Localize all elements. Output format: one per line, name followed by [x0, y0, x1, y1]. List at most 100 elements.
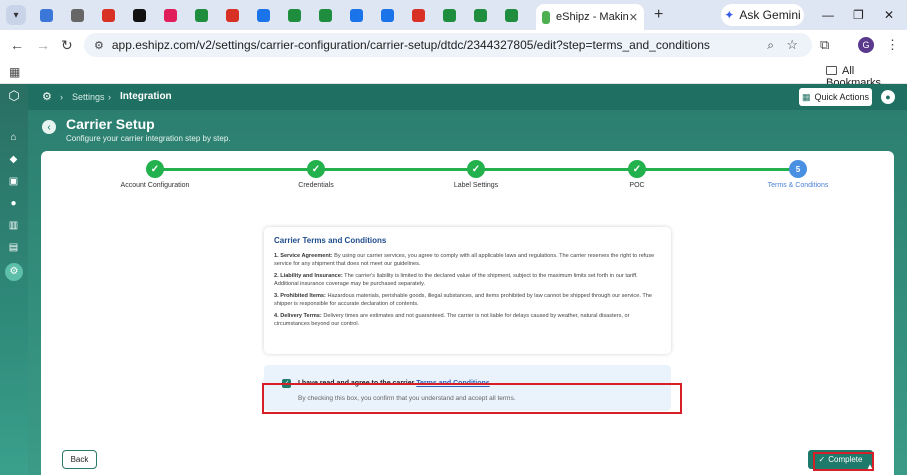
pinned-tab[interactable]: [438, 4, 460, 26]
analytics-icon[interactable]: ▥: [8, 220, 19, 231]
terms-item-title: 2. Liability and Insurance:: [274, 273, 343, 279]
pinned-tab[interactable]: [35, 4, 57, 26]
home-icon[interactable]: ⌂: [8, 132, 19, 143]
sheets-icon: [318, 8, 332, 22]
step-1-marker[interactable]: ✓: [146, 160, 164, 178]
settings-icon[interactable]: ⚙: [5, 263, 23, 281]
browser-menu-icon[interactable]: ⋮: [886, 37, 899, 53]
step-connector: [155, 168, 316, 171]
gemini-icon: ✦: [724, 8, 735, 22]
meet-icon: [39, 8, 53, 22]
active-tab-title: eShipz - Makin: [556, 11, 629, 23]
step-connector: [476, 168, 637, 171]
step-connector: [316, 168, 476, 171]
reload-icon[interactable]: ↻: [61, 37, 73, 54]
cloud-icon: [256, 8, 270, 22]
breadcrumb-chevron-icon: ›: [60, 92, 63, 102]
app-header: ⚙ › Settings › Integration ▦ Quick Actio…: [28, 84, 907, 110]
browser-tab-bar: ▾ eShipz - Makin ✕ + ✦ Ask Gemini — ❐ ✕: [0, 0, 907, 30]
orders-icon[interactable]: ▣: [8, 176, 19, 187]
pinned-tab[interactable]: [283, 4, 305, 26]
window-close-icon[interactable]: ✕: [884, 8, 894, 22]
step-2-marker[interactable]: ✓: [307, 160, 325, 178]
pinned-tab[interactable]: [221, 4, 243, 26]
terms-item: 2. Liability and Insurance: The carrier'…: [274, 272, 661, 288]
sheets-icon: [287, 8, 301, 22]
sheets-icon: [504, 8, 518, 22]
settings-gear-icon[interactable]: ⚙: [42, 90, 52, 103]
address-bar[interactable]: ⚙ app.eshipz.com/v2/settings/carrier-con…: [84, 33, 812, 57]
terms-heading: Carrier Terms and Conditions: [274, 236, 387, 245]
pinned-tab[interactable]: [190, 4, 212, 26]
zoom-icon[interactable]: ⌕: [767, 38, 774, 53]
pinned-tab[interactable]: [376, 4, 398, 26]
terms-item-text: Delivery times are estimates and not gua…: [274, 313, 630, 327]
ask-gemini-button[interactable]: ✦ Ask Gemini: [721, 4, 804, 26]
breadcrumb-chevron-icon: ›: [108, 92, 111, 102]
reports-icon[interactable]: ▤: [8, 242, 19, 253]
pinned-tab[interactable]: [159, 4, 181, 26]
app-sidebar: ⬡ ⌂ ◆ ▣ ● ▥ ▤ ⚙: [0, 84, 28, 475]
tracking-icon[interactable]: ●: [8, 198, 19, 209]
pinned-tab[interactable]: [345, 4, 367, 26]
pinned-tab[interactable]: [97, 4, 119, 26]
eshipz-logo-icon: ⬡: [8, 88, 20, 103]
terms-panel: Carrier Terms and Conditions 1. Service …: [264, 227, 671, 354]
pinned-tab[interactable]: [314, 4, 336, 26]
user-avatar-icon[interactable]: ●: [881, 90, 895, 104]
step-3-marker[interactable]: ✓: [467, 160, 485, 178]
page-back-icon[interactable]: ‹: [42, 120, 56, 134]
breadcrumb-settings[interactable]: Settings: [72, 92, 105, 102]
link-icon: [380, 8, 394, 22]
highlight-box: [262, 383, 682, 414]
url-text: app.eshipz.com/v2/settings/carrier-confi…: [111, 38, 710, 52]
tab-close-icon[interactable]: ✕: [629, 11, 638, 24]
tab-search-button[interactable]: ▾: [6, 5, 26, 25]
page-title: Carrier Setup: [66, 116, 155, 132]
bookmark-star-icon[interactable]: ☆: [786, 37, 798, 53]
pinned-tab[interactable]: [407, 4, 429, 26]
pinned-tab[interactable]: [500, 4, 522, 26]
terms-item-title: 1. Service Agreement:: [274, 253, 333, 259]
step-1-label: Account Configuration: [120, 182, 190, 189]
pinned-tab[interactable]: [469, 4, 491, 26]
site-info-icon[interactable]: ⚙: [94, 39, 104, 52]
profile-avatar[interactable]: G: [858, 37, 874, 53]
highlight-box-complete: [813, 452, 874, 471]
setup-card: ✓ Account Configuration ✓ Credentials ✓ Label…: [41, 151, 894, 475]
step-4-marker[interactable]: ✓: [628, 160, 646, 178]
link-icon: [349, 8, 363, 22]
chrome-ext-icon: [225, 8, 239, 22]
gmail-icon: [101, 8, 115, 22]
folder-icon: [826, 66, 837, 75]
active-tab[interactable]: eShipz - Makin ✕: [536, 4, 644, 30]
terms-item-title: 3. Prohibited Items:: [274, 293, 326, 299]
sheets-icon: [194, 8, 208, 22]
browser-toolbar: ← → ↻ ⚙ app.eshipz.com/v2/settings/carri…: [0, 30, 907, 60]
minimize-icon[interactable]: —: [822, 8, 834, 22]
page-subtitle: Configure your carrier integration step …: [66, 134, 231, 143]
terms-item: 4. Delivery Terms: Delivery times are es…: [274, 312, 661, 328]
back-button[interactable]: Back: [62, 450, 97, 469]
pinned-tab[interactable]: [252, 4, 274, 26]
step-2-label: Credentials: [298, 182, 334, 189]
bookmarks-bar: ▦ All Bookmarks: [0, 60, 907, 89]
extensions-icon[interactable]: ⧉: [820, 37, 829, 53]
pinned-tab[interactable]: [66, 4, 88, 26]
forward-arrow-icon[interactable]: →: [36, 37, 50, 53]
x-icon: [132, 8, 146, 22]
shipments-icon[interactable]: ◆: [8, 154, 19, 165]
breadcrumb-current: Integration: [120, 91, 172, 102]
step-3-label: Label Settings: [453, 182, 499, 189]
maximize-icon[interactable]: ❐: [853, 8, 864, 22]
new-tab-button[interactable]: +: [654, 6, 663, 24]
chrome-icon: [70, 8, 84, 22]
back-arrow-icon[interactable]: ←: [10, 37, 24, 53]
eshipz-favicon: [542, 10, 551, 24]
quick-actions-button[interactable]: ▦ Quick Actions: [799, 88, 872, 106]
pinned-tab[interactable]: [128, 4, 150, 26]
app-icon: [442, 8, 456, 22]
step-5-marker[interactable]: 5: [789, 160, 807, 178]
app-icon: [473, 8, 487, 22]
apps-grid-icon[interactable]: ▦: [9, 65, 20, 79]
